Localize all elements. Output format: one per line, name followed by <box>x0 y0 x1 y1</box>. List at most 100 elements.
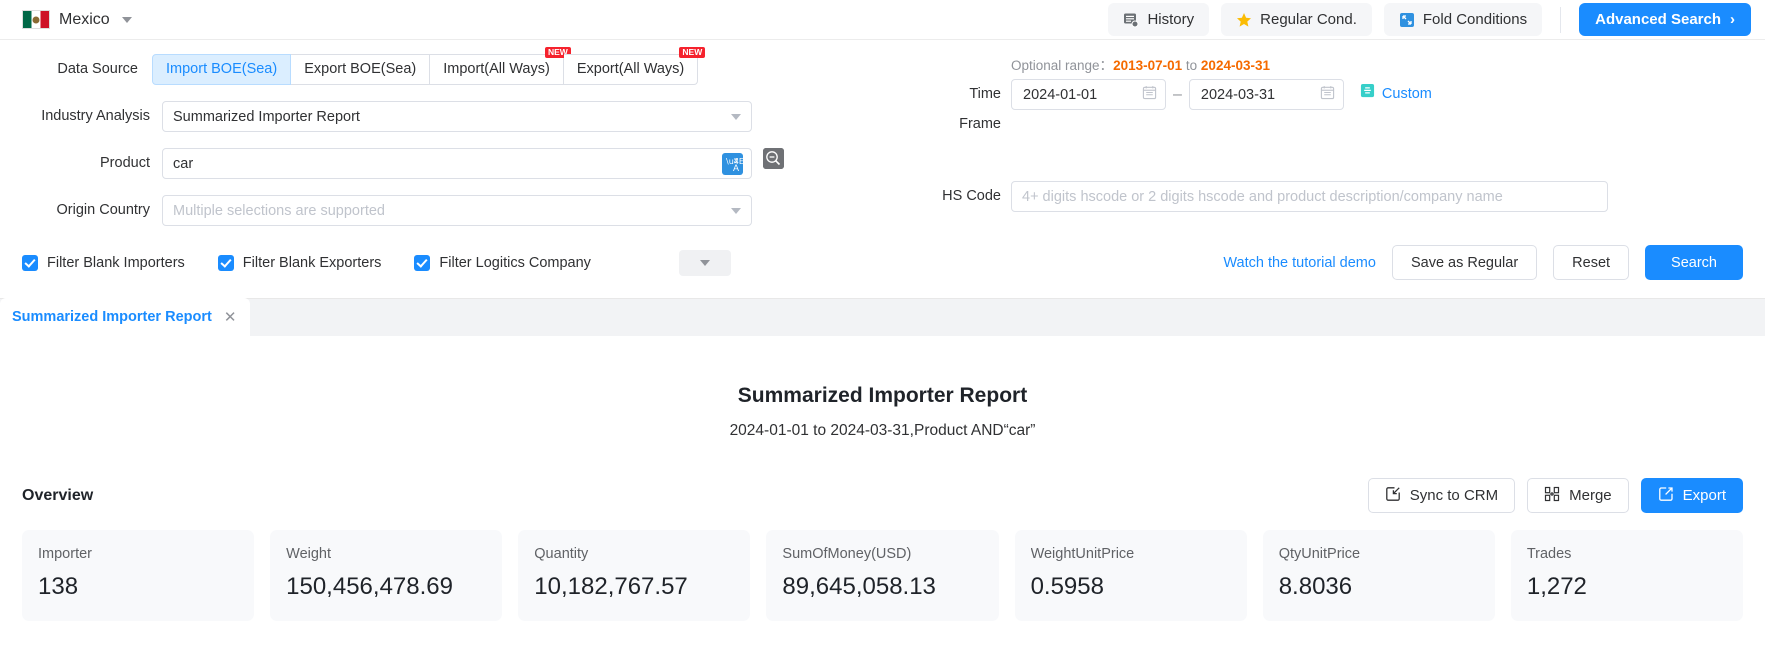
merge-icon <box>1544 486 1560 506</box>
time-frame-row: Time Frame 2024-01-01 – 2024-03-31 Custo… <box>937 79 1743 139</box>
card-label: QtyUnitPrice <box>1278 546 1361 562</box>
export-label: Export <box>1682 487 1726 504</box>
filter-blank-exporters-label: Filter Blank Exporters <box>242 254 382 271</box>
save-as-regular-button[interactable]: Save as Regular <box>1391 245 1538 280</box>
tab-export-boe-sea[interactable]: Export BOE(Sea) <box>291 54 431 85</box>
translate-icon[interactable]: \u4E2D A <box>722 153 755 175</box>
custom-range-button[interactable]: Custom <box>1360 79 1432 110</box>
calendar-icon <box>1142 85 1157 104</box>
sync-icon <box>1385 486 1401 506</box>
history-icon <box>1123 12 1139 28</box>
filters-actions: Watch the tutorial demo Save as Regular … <box>1223 245 1743 280</box>
date-start-value: 2024-01-01 <box>1023 86 1098 103</box>
overview-card: QtyUnitPrice 8.8036 <box>1262 530 1495 621</box>
svg-text:A: A <box>733 163 739 173</box>
fold-conditions-label: Fold Conditions <box>1422 11 1528 28</box>
overview-label: Overview <box>22 486 94 504</box>
product-label: Product <box>100 155 150 171</box>
custom-grid-icon <box>1360 79 1375 110</box>
card-label: Importer <box>38 546 92 562</box>
chevron-down-icon <box>121 16 132 23</box>
checkbox-icon <box>217 254 234 271</box>
time-frame-label: Time Frame <box>959 86 1001 132</box>
sync-to-crm-button[interactable]: Sync to CRM <box>1367 478 1516 513</box>
tab-import-boe-sea[interactable]: Import BOE(Sea) <box>152 54 292 85</box>
regular-cond-label: Regular Cond. <box>1260 11 1357 28</box>
industry-analysis-select[interactable]: Summarized Importer Report <box>162 101 752 132</box>
country-label: Mexico <box>59 10 110 28</box>
product-row: Product car \u4E2D A <box>22 148 832 179</box>
report-title: Summarized Importer Report <box>737 384 1028 407</box>
date-range-separator: – <box>1173 86 1182 103</box>
optional-range-note: Optional range：2013-07-01 to 2024-03-31 <box>937 54 1743 74</box>
calendar-icon <box>1320 85 1335 104</box>
product-value: car <box>173 155 194 172</box>
card-value: 138 <box>38 573 79 600</box>
history-button[interactable]: History <box>1108 3 1210 36</box>
tutorial-demo-link[interactable]: Watch the tutorial demo <box>1223 255 1376 271</box>
date-end-input[interactable]: 2024-03-31 <box>1188 79 1344 110</box>
result-tab-summarized-importer-report[interactable]: Summarized Importer Report ✕ <box>0 298 251 336</box>
fold-conditions-button[interactable]: Fold Conditions <box>1383 3 1543 36</box>
overview-card: SumOfMoney(USD) 89,645,058.13 <box>766 530 999 621</box>
overview-card: Importer 138 <box>22 530 255 621</box>
save-as-regular-label: Save as Regular <box>1410 254 1519 271</box>
report-body: Summarized Importer Report 2024-01-01 to… <box>0 336 1765 621</box>
export-button[interactable]: Export <box>1640 478 1743 513</box>
card-label: Weight <box>286 546 332 562</box>
country-selector[interactable]: Mexico <box>22 10 132 29</box>
panel-right-column: Optional range：2013-07-01 to 2024-03-31 … <box>832 54 1743 212</box>
card-label: SumOfMoney(USD) <box>782 546 912 562</box>
optional-range-start: 2013-07-01 <box>1113 58 1183 73</box>
filter-logistics-company-checkbox[interactable]: Filter Logitics Company <box>414 254 591 271</box>
custom-label: Custom <box>1381 86 1432 102</box>
filter-blank-importers-checkbox[interactable]: Filter Blank Importers <box>22 254 185 271</box>
merge-label: Merge <box>1569 487 1612 504</box>
expand-filters-button[interactable] <box>678 249 731 276</box>
search-button[interactable]: Search <box>1645 245 1743 280</box>
chevron-right-icon: › <box>1730 11 1735 28</box>
regular-cond-button[interactable]: Regular Cond. <box>1221 3 1372 36</box>
data-source-row: Data Source Import BOE(Sea) Export BOE(S… <box>22 47 832 85</box>
date-start-input[interactable]: 2024-01-01 <box>1011 79 1166 110</box>
tab-import-all-ways[interactable]: Import(All Ways) NEW <box>430 47 571 85</box>
product-extra-icons <box>763 148 784 169</box>
filters-row: Filter Blank Importers Filter Blank Expo… <box>22 245 1743 298</box>
origin-country-select[interactable]: Multiple selections are supported <box>162 195 752 226</box>
merge-button[interactable]: Merge <box>1527 478 1629 513</box>
hs-code-input[interactable]: 4+ digits hscode or 2 digits hscode and … <box>1011 181 1608 212</box>
optional-range-to: to <box>1185 58 1198 73</box>
tab-export-all-ways[interactable]: Export(All Ways) NEW <box>563 47 706 85</box>
search-panel: Data Source Import BOE(Sea) Export BOE(S… <box>0 40 1765 298</box>
card-value: 0.5958 <box>1030 573 1104 600</box>
close-icon[interactable]: ✕ <box>224 308 237 326</box>
tab-export-boe-sea-label: Export BOE(Sea) <box>304 61 417 77</box>
overview-actions: Sync to CRM Merge Export <box>1367 478 1743 513</box>
card-label: Trades <box>1526 546 1572 562</box>
reset-button[interactable]: Reset <box>1553 245 1630 280</box>
magnifier-minus-icon[interactable] <box>763 148 784 169</box>
result-tab-label: Summarized Importer Report <box>12 309 212 325</box>
fold-icon <box>1399 12 1415 28</box>
advanced-search-label: Advanced Search <box>1595 11 1721 28</box>
overview-card: Quantity 10,182,767.57 <box>518 530 751 621</box>
top-bar: Mexico History Regular Cond. Fold Condit… <box>0 0 1765 40</box>
sync-to-crm-label: Sync to CRM <box>1409 487 1499 504</box>
history-label: History <box>1147 11 1195 28</box>
card-label: WeightUnitPrice <box>1030 546 1135 562</box>
card-label: Quantity <box>534 546 589 562</box>
advanced-search-button[interactable]: Advanced Search › <box>1579 3 1751 36</box>
overview-card: WeightUnitPrice 0.5958 <box>1014 530 1247 621</box>
filter-blank-exporters-checkbox[interactable]: Filter Blank Exporters <box>217 254 382 271</box>
origin-country-placeholder: Multiple selections are supported <box>173 202 385 219</box>
tab-import-boe-sea-label: Import BOE(Sea) <box>166 61 278 77</box>
date-end-value: 2024-03-31 <box>1200 86 1276 103</box>
product-input[interactable]: car \u4E2D A <box>162 148 755 179</box>
overview-header: Overview Sync to CRM Merge Export <box>22 478 1743 513</box>
origin-country-row: Origin Country Multiple selections are s… <box>22 195 832 226</box>
card-value: 10,182,767.57 <box>534 573 688 600</box>
optional-range-end: 2024-03-31 <box>1200 58 1270 73</box>
chevron-down-icon <box>731 113 741 120</box>
overview-card: Trades 1,272 <box>1510 530 1743 621</box>
reset-label: Reset <box>1572 254 1611 271</box>
